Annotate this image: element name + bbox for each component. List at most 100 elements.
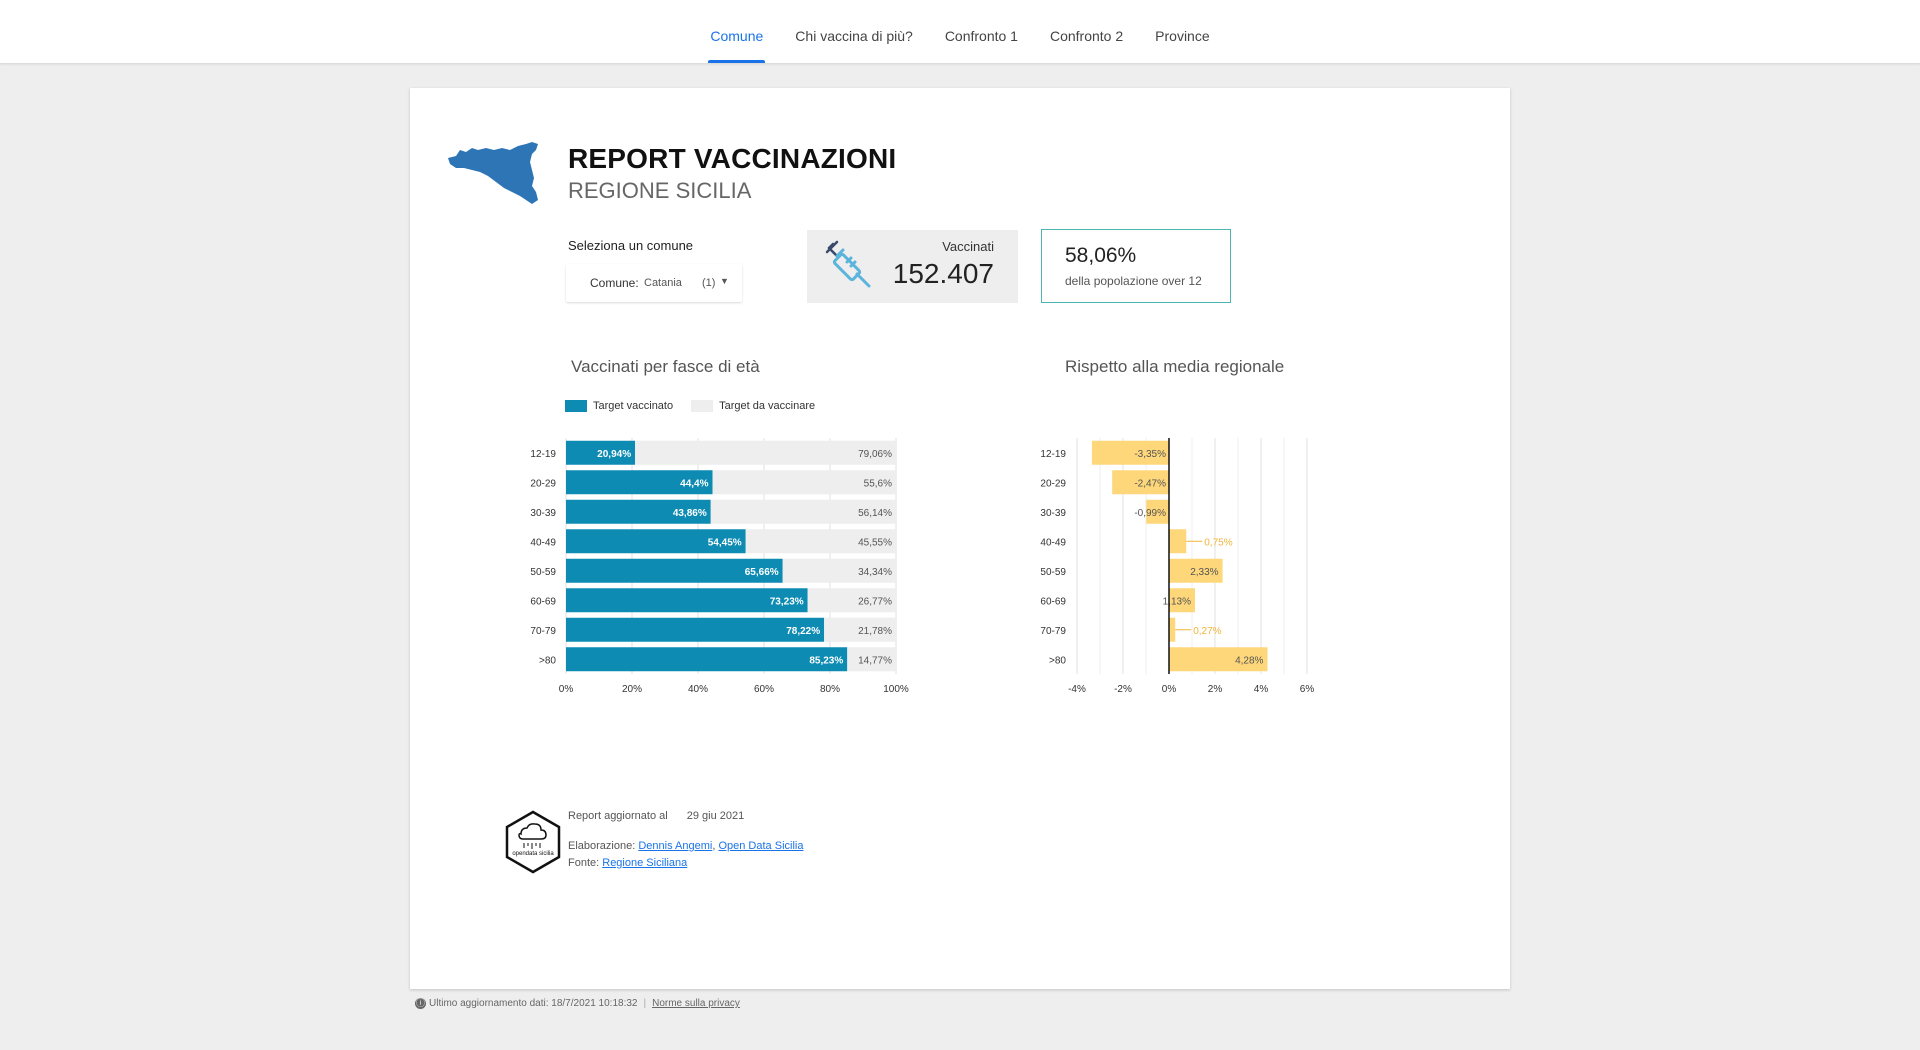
vaccinati-scorecard: Vaccinati 152.407 xyxy=(807,230,1018,303)
regional-chart-title: Rispetto alla media regionale xyxy=(1065,357,1285,376)
data-label-diff: -3,35% xyxy=(1134,449,1166,460)
data-label-vaccinated: 85,23% xyxy=(809,655,843,666)
data-label-remaining: 14,77% xyxy=(858,655,892,666)
age-chart-title: Vaccinati per fasce di età xyxy=(571,357,760,376)
x-tick-label: 20% xyxy=(622,684,642,695)
x-tick-label: 0% xyxy=(1162,684,1177,695)
report-updated-label: Report aggiornato al xyxy=(568,810,668,822)
x-tick-label: 100% xyxy=(883,684,909,695)
bar-regional-diff xyxy=(1169,617,1176,642)
data-label-diff: 1,13% xyxy=(1163,596,1191,607)
legend-label-remaining: Target da vaccinare xyxy=(719,400,816,412)
logo-text: opendata sicilia xyxy=(512,851,554,857)
last-data-update: Ultimo aggiornamento dati: 18/7/2021 10:… xyxy=(429,998,638,1009)
privacy-link[interactable]: Norme sulla privacy xyxy=(652,998,740,1009)
y-tick-label: 12-19 xyxy=(1040,449,1066,460)
data-label-remaining: 45,55% xyxy=(858,537,892,548)
y-tick-label: 70-79 xyxy=(1040,626,1066,637)
comune-selector-label: Seleziona un comune xyxy=(568,238,694,253)
y-tick-label: 40-49 xyxy=(1040,537,1066,548)
data-label-remaining: 55,6% xyxy=(864,478,892,489)
tab-confronto-1[interactable]: Confronto 1 xyxy=(929,0,1034,63)
legend-swatch-remaining xyxy=(691,400,714,412)
dropdown-selection-count: (1) xyxy=(702,277,716,289)
vaccinati-value: 152.407 xyxy=(892,258,994,289)
y-tick-label: 20-29 xyxy=(530,478,556,489)
fonte-label: Fonte: xyxy=(568,857,600,869)
regional-comparison-bar-chart: -4% -2% 0% 2% 4% 6% 12-19 -3,35% 20-29 -2,47% 30-3… xyxy=(1040,438,1315,695)
data-label-remaining: 56,14% xyxy=(858,508,892,519)
y-tick-label: 50-59 xyxy=(1040,567,1066,578)
report-updated-date: 29 giu 2021 xyxy=(686,810,745,822)
data-label-vaccinated: 43,86% xyxy=(673,508,707,519)
x-tick-label: 4% xyxy=(1254,684,1269,695)
data-label-vaccinated: 73,23% xyxy=(770,596,804,607)
y-tick-label: 60-69 xyxy=(1040,596,1066,607)
top-navigation: Comune Chi vaccina di più? Confronto 1 C… xyxy=(0,0,1920,64)
data-label-vaccinated: 54,45% xyxy=(708,537,742,548)
bar-regional-diff xyxy=(1169,529,1187,554)
info-icon[interactable]: ⓘ xyxy=(415,998,426,1009)
data-label-diff: 0,27% xyxy=(1193,626,1221,637)
fonte-line: Fonte: Regione Siciliana xyxy=(568,857,687,869)
bottom-separator: | xyxy=(643,998,647,1009)
legend-swatch-vaccinated xyxy=(565,400,587,412)
population-percent-value: 58,06% xyxy=(1065,244,1137,267)
x-tick-label: 0% xyxy=(559,684,574,695)
tab-chi-vaccina[interactable]: Chi vaccina di più? xyxy=(779,0,929,63)
data-label-diff: -0,99% xyxy=(1134,508,1166,519)
org-link[interactable]: Open Data Sicilia xyxy=(718,840,803,852)
x-tick-label: 40% xyxy=(688,684,708,695)
x-tick-label: 2% xyxy=(1208,684,1223,695)
y-tick-label: 30-39 xyxy=(1040,508,1066,519)
bar-vaccinated xyxy=(566,647,848,672)
legend-item-remaining: Target da vaccinare xyxy=(691,400,815,412)
y-tick-label: >80 xyxy=(539,655,556,666)
bottom-status-bar: ⓘ Ultimo aggiornamento dati: 18/7/2021 1… xyxy=(415,998,740,1009)
population-percent-scorecard: 58,06% della popolazione over 12 xyxy=(1041,229,1231,303)
y-tick-label: 30-39 xyxy=(530,508,556,519)
elaborazione-comma: , xyxy=(712,840,716,852)
report-card: REPORT VACCINAZIONI REGIONE SICILIA Sele… xyxy=(410,88,1510,989)
tab-confronto-2[interactable]: Confronto 2 xyxy=(1034,0,1139,63)
legend-label-vaccinated: Target vaccinato xyxy=(593,400,674,412)
elaborazione-line: Elaborazione: Dennis Angemi, Open Data S… xyxy=(568,840,803,852)
author-link[interactable]: Dennis Angemi xyxy=(638,840,712,852)
data-label-remaining: 26,77% xyxy=(858,596,892,607)
age-chart-legend: Target vaccinato Target da vaccinare xyxy=(565,400,833,412)
data-label-diff: -2,47% xyxy=(1134,478,1166,489)
sicily-map-icon xyxy=(448,142,538,204)
y-tick-label: 20-29 xyxy=(1040,478,1066,489)
data-label-remaining: 21,78% xyxy=(858,626,892,637)
legend-item-vaccinated: Target vaccinato xyxy=(565,400,673,412)
data-label-vaccinated: 65,66% xyxy=(745,567,779,578)
vaccinati-label: Vaccinati xyxy=(942,239,994,254)
tab-comune[interactable]: Comune xyxy=(694,0,779,63)
page-tabs: Comune Chi vaccina di più? Confronto 1 C… xyxy=(0,0,1920,63)
y-tick-label: 12-19 xyxy=(530,449,556,460)
caret-down-icon: ▼ xyxy=(720,276,729,286)
y-tick-label: >80 xyxy=(1049,655,1066,666)
data-label-diff: 4,28% xyxy=(1235,655,1263,666)
x-tick-label: 60% xyxy=(754,684,774,695)
x-tick-label: -2% xyxy=(1114,684,1132,695)
x-tick-label: -4% xyxy=(1068,684,1086,695)
age-group-stacked-bar-chart: 0% 20% 40% 60% 80% 100% 12-19 20,94% 79,06% 20-29… xyxy=(530,438,909,695)
x-tick-label: 80% xyxy=(820,684,840,695)
dropdown-field-label: Comune: xyxy=(590,276,639,290)
report-title: REPORT VACCINAZIONI xyxy=(568,143,897,174)
comune-dropdown[interactable]: Comune: Catania (1) ▼ xyxy=(566,264,742,302)
data-label-vaccinated: 78,22% xyxy=(786,626,820,637)
data-label-vaccinated: 20,94% xyxy=(597,449,631,460)
dropdown-selected-value: Catania xyxy=(644,277,682,289)
data-label-remaining: 79,06% xyxy=(858,449,892,460)
data-label-diff: 0,75% xyxy=(1204,537,1232,548)
report-subtitle: REGIONE SICILIA xyxy=(568,178,752,203)
population-percent-label: della popolazione over 12 xyxy=(1065,274,1202,288)
syringe-icon xyxy=(825,240,871,288)
x-tick-label: 6% xyxy=(1300,684,1315,695)
y-tick-label: 50-59 xyxy=(530,567,556,578)
y-tick-label: 60-69 xyxy=(530,596,556,607)
tab-province[interactable]: Province xyxy=(1139,0,1225,63)
source-link[interactable]: Regione Siciliana xyxy=(602,857,687,869)
